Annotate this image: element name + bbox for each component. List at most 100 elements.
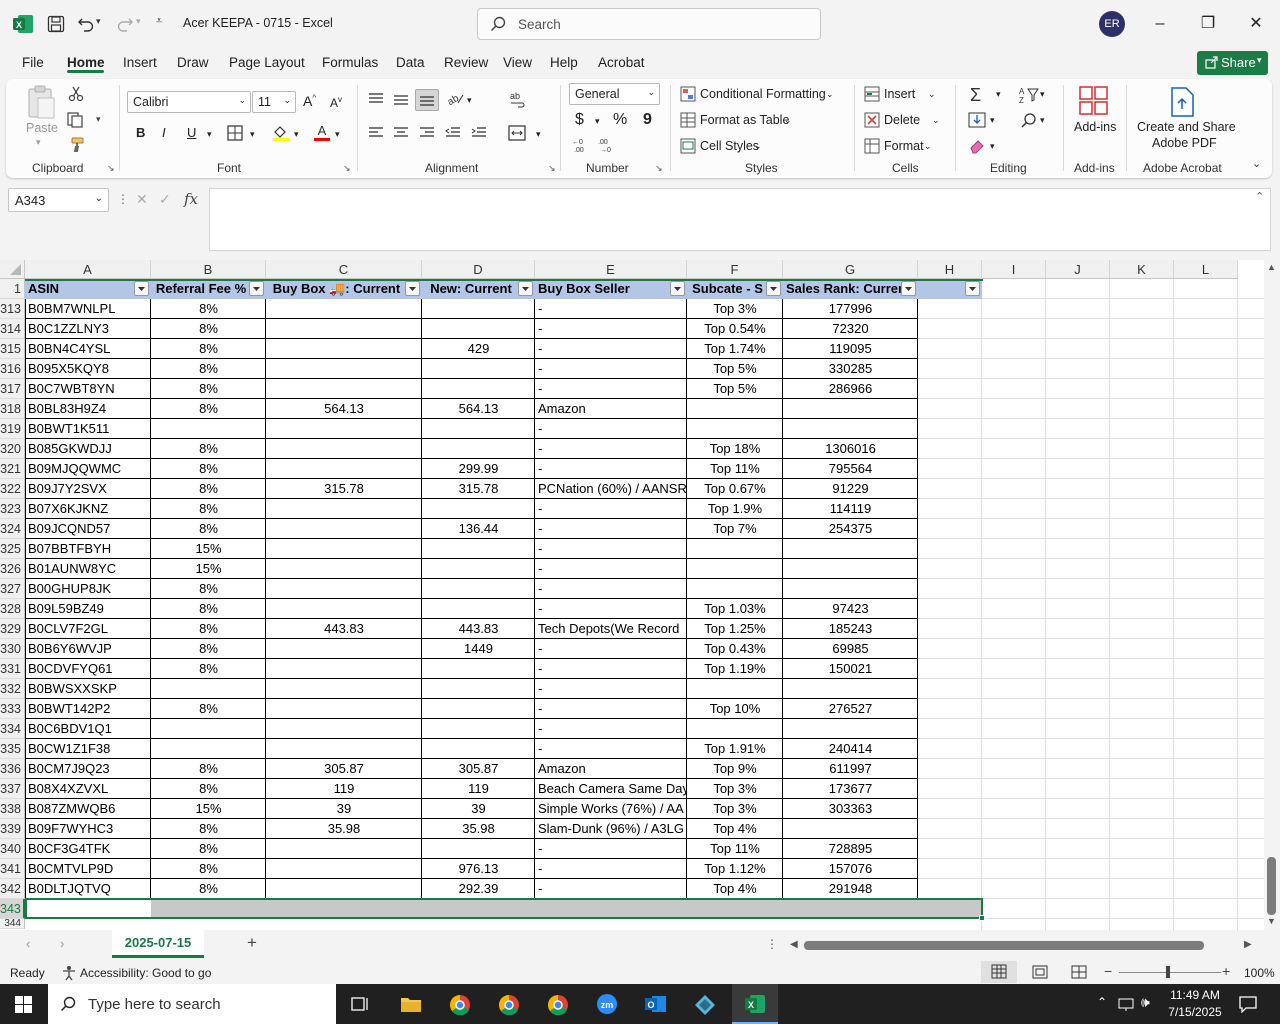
table-cell[interactable]: 8% <box>151 879 266 899</box>
table-cell[interactable] <box>266 679 422 699</box>
tab-acrobat[interactable]: Acrobat <box>598 55 645 70</box>
next-sheet-icon[interactable]: › <box>60 936 64 951</box>
table-cell[interactable]: B0C6BDV1Q1 <box>25 719 151 739</box>
column-header-d[interactable]: D <box>422 260 535 279</box>
italic-button[interactable]: I <box>162 125 166 140</box>
table-cell[interactable]: 8% <box>151 379 266 399</box>
save-icon[interactable] <box>47 15 65 33</box>
table-cell[interactable]: 15% <box>151 559 266 579</box>
table-cell[interactable]: 119 <box>422 779 535 799</box>
conditional-formatting-button[interactable]: Conditional Formatting <box>700 87 826 101</box>
table-cell[interactable]: Top 1.03% <box>687 599 783 619</box>
table-cell[interactable] <box>151 739 266 759</box>
customize-qat-icon[interactable]: ⩡ <box>156 15 162 28</box>
share-button[interactable]: Share ▾ <box>1197 51 1268 75</box>
table-cell[interactable]: 119 <box>266 779 422 799</box>
table-cell[interactable]: 173677 <box>783 779 918 799</box>
file-explorer-icon[interactable] <box>400 994 422 1014</box>
table-cell[interactable] <box>783 679 918 699</box>
tab-split-handle-icon[interactable]: ⋮ <box>766 937 778 951</box>
sort-dropdown-icon[interactable]: ▾ <box>1040 89 1045 100</box>
table-cell[interactable]: B0CF3G4TFK <box>25 839 151 859</box>
table-cell[interactable]: Top 4% <box>687 879 783 899</box>
table-cell[interactable] <box>266 639 422 659</box>
clear-dropdown-icon[interactable]: ▾ <box>990 141 995 152</box>
clock-time[interactable]: 11:49 AM <box>1168 988 1222 1002</box>
clear-icon[interactable] <box>968 138 986 154</box>
alignment-launcher-icon[interactable]: ↘ <box>548 163 556 174</box>
table-cell[interactable]: - <box>535 419 687 439</box>
adobe-pdf-icon[interactable] <box>1169 87 1195 117</box>
table-cell[interactable] <box>266 859 422 879</box>
column-header-l[interactable]: L <box>1174 260 1238 279</box>
table-cell[interactable]: 315.78 <box>266 479 422 499</box>
table-cell[interactable]: Beach Camera Same Day <box>535 779 687 799</box>
horizontal-scroll-thumb[interactable] <box>804 941 1204 950</box>
row-header[interactable]: 339 <box>0 819 25 839</box>
table-cell[interactable]: Top 3% <box>687 779 783 799</box>
table-cell[interactable]: 8% <box>151 619 266 639</box>
table-cell[interactable]: - <box>535 679 687 699</box>
table-cell[interactable]: Top 18% <box>687 439 783 459</box>
table-cell[interactable] <box>783 719 918 739</box>
filter-dropdown-icon[interactable] <box>405 281 420 296</box>
row-header[interactable]: 333 <box>0 699 25 719</box>
table-cell[interactable]: 8% <box>151 659 266 679</box>
table-cell[interactable] <box>422 419 535 439</box>
table-cell[interactable]: 292.39 <box>422 879 535 899</box>
table-cell[interactable] <box>422 699 535 719</box>
tab-insert[interactable]: Insert <box>123 55 157 70</box>
confirm-entry-icon[interactable]: ✓ <box>159 191 171 208</box>
row-header[interactable]: 327 <box>0 579 25 599</box>
table-cell[interactable]: - <box>535 539 687 559</box>
name-box[interactable]: A343 ⌄ <box>8 188 109 212</box>
table-cell[interactable]: 97423 <box>783 599 918 619</box>
table-cell[interactable]: B09JCQND57 <box>25 519 151 539</box>
table-cell[interactable]: Top 7% <box>687 519 783 539</box>
table-cell[interactable]: - <box>535 659 687 679</box>
prev-sheet-icon[interactable]: ‹ <box>26 936 30 951</box>
table-cell[interactable] <box>783 539 918 559</box>
underline-button[interactable]: U <box>187 125 196 140</box>
chevron-down-icon[interactable]: ⌄ <box>754 141 762 152</box>
increase-indent-icon[interactable] <box>471 126 487 140</box>
increase-decimal-icon[interactable]: ←0.00 <box>572 137 592 153</box>
table-cell[interactable] <box>687 679 783 699</box>
filter-dropdown-icon[interactable] <box>518 281 533 296</box>
table-cell[interactable] <box>266 299 422 319</box>
table-cell[interactable]: B0DLTJQTVQ <box>25 879 151 899</box>
table-cell[interactable] <box>687 579 783 599</box>
chrome-profile-icon[interactable] <box>498 994 520 1016</box>
table-cell[interactable]: 303363 <box>783 799 918 819</box>
chrome-profile-icon[interactable] <box>547 994 569 1016</box>
formula-input[interactable] <box>209 188 1271 251</box>
copy-icon[interactable] <box>67 112 85 128</box>
table-cell[interactable]: - <box>535 639 687 659</box>
table-cell[interactable]: Top 0.67% <box>687 479 783 499</box>
table-cell[interactable]: B0BWT1K511 <box>25 419 151 439</box>
tab-draw[interactable]: Draw <box>177 55 209 70</box>
table-cell[interactable] <box>422 839 535 859</box>
autosum-dropdown-icon[interactable]: ▾ <box>996 89 1001 100</box>
table-cell[interactable]: Top 10% <box>687 699 783 719</box>
delete-cells-button[interactable]: Delete <box>884 113 920 127</box>
vertical-scroll-thumb[interactable] <box>1267 857 1276 915</box>
number-format-select[interactable]: General ⌄ <box>569 83 660 105</box>
table-cell[interactable] <box>151 419 266 439</box>
table-cell[interactable]: 177996 <box>783 299 918 319</box>
table-cell[interactable]: 8% <box>151 439 266 459</box>
table-cell[interactable]: 35.98 <box>266 819 422 839</box>
row-header[interactable]: 325 <box>0 539 25 559</box>
merge-dropdown-icon[interactable]: ▾ <box>536 129 541 140</box>
table-cell[interactable]: 291948 <box>783 879 918 899</box>
table-cell[interactable]: B0BM7WNLPL <box>25 299 151 319</box>
table-cell[interactable]: B0CDVFYQ61 <box>25 659 151 679</box>
align-middle-icon[interactable] <box>393 93 409 107</box>
volume-icon[interactable]: 🕪 <box>1141 994 1150 1011</box>
windows-start-icon[interactable] <box>15 996 32 1013</box>
zoom-level[interactable]: 100% <box>1244 966 1275 980</box>
table-cell[interactable]: 8% <box>151 859 266 879</box>
table-cell[interactable]: Top 1.25% <box>687 619 783 639</box>
network-icon[interactable] <box>1117 996 1135 1012</box>
table-header-cell[interactable]: Buy Box 🚚: Current <box>266 279 422 299</box>
